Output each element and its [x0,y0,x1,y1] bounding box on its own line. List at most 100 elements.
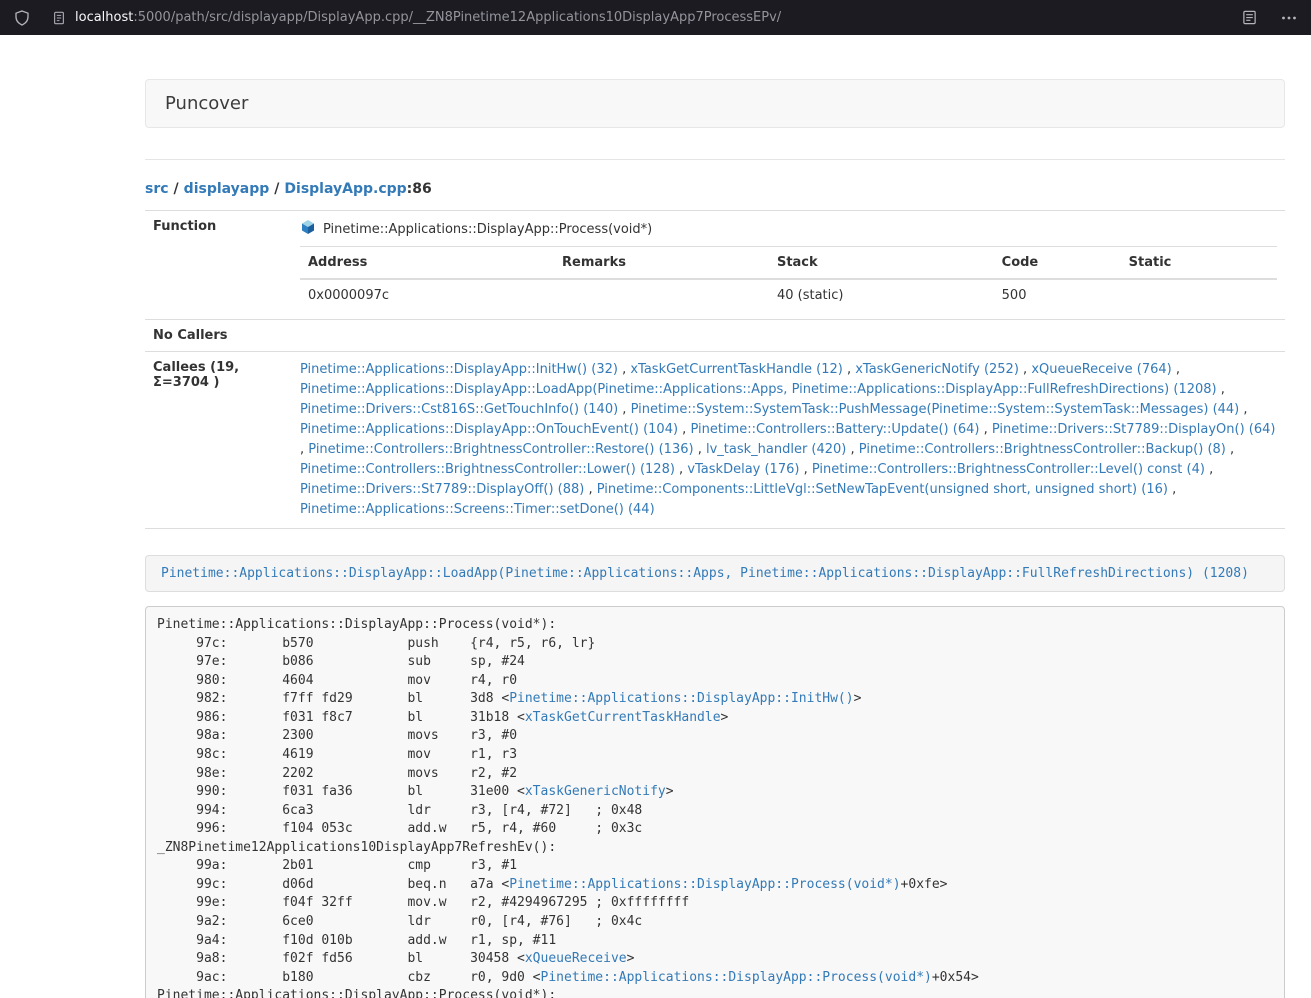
callee-link[interactable]: lv_task_handler (420) [706,442,846,457]
callees-cell: Pinetime::Applications::DisplayApp::Init… [292,352,1285,529]
asm-text: Pinetime::Applications::DisplayApp::Proc… [157,617,556,632]
asm-text: +0x54> [932,970,979,985]
callee-link[interactable]: Pinetime::Controllers::BrightnessControl… [812,462,1205,477]
callee-link[interactable]: Pinetime::Applications::DisplayApp::Load… [300,382,1217,397]
breadcrumb-link-displayapp[interactable]: displayapp [184,181,270,197]
callee-separator: , [846,442,858,457]
address-table-header-row: Address Remarks Stack Code Static [300,247,1277,280]
breadcrumb-link-file[interactable]: DisplayApp.cpp [284,181,406,197]
asm-text: 97e: b086 sub sp, #24 [157,654,525,669]
disassembly-code: Pinetime::Applications::DisplayApp::Proc… [145,606,1285,998]
callee-link[interactable]: Pinetime::Drivers::Cst816S::GetTouchInfo… [300,402,618,417]
asm-text: +0xfe> [901,877,948,892]
panel-symbol-link[interactable]: Pinetime::Applications::DisplayApp::Load… [161,566,1249,581]
asm-text: 9a4: f10d 010b add.w r1, sp, #11 [157,933,556,948]
callee-link[interactable]: vTaskDelay (176) [687,462,799,477]
cell-code: 500 [994,279,1121,311]
callee-separator: , [618,402,630,417]
callee-link[interactable]: xTaskGenericNotify (252) [855,362,1019,377]
asm-text: 98e: 2202 movs r2, #2 [157,766,517,781]
asm-text: > [627,951,635,966]
col-address: Address [300,247,554,280]
callee-link[interactable]: Pinetime::Controllers::BrightnessControl… [859,442,1226,457]
asm-text: 99c: d06d beq.n a7a < [157,877,509,892]
col-stack: Stack [769,247,994,280]
asm-text: 986: f031 f8c7 bl 31b18 < [157,710,525,725]
asm-text: _ZN8Pinetime12Applications10DisplayApp7R… [157,840,556,855]
symbol-table: Function Pinetime::Applications::Display… [145,210,1285,529]
asm-text: 994: 6ca3 ldr r3, [r4, #72] ; 0x48 [157,803,642,818]
page-info-icon[interactable] [52,11,66,25]
asm-text: 980: 4604 mov r4, r0 [157,673,517,688]
col-static: Static [1121,247,1277,280]
asm-text: 982: f7ff fd29 bl 3d8 < [157,691,509,706]
callee-separator: , [799,462,811,477]
callee-link[interactable]: Pinetime::Controllers::BrightnessControl… [308,442,693,457]
url-path: :5000/path/src/displayapp/DisplayApp.cpp… [133,10,781,25]
callee-link[interactable]: xTaskGetCurrentTaskHandle (12) [630,362,842,377]
callee-link[interactable]: Pinetime::Controllers::BrightnessControl… [300,462,675,477]
asm-text: > [721,710,729,725]
callee-separator: , [1019,362,1031,377]
breadcrumb-link-src[interactable]: src [145,181,169,197]
cell-static [1121,279,1277,311]
callee-link[interactable]: xQueueReceive (764) [1031,362,1171,377]
no-callers-row: No Callers [145,320,1285,352]
line-number: :86 [407,181,432,197]
callee-link[interactable]: Pinetime::Components::LittleVgl::SetNewT… [597,482,1168,497]
menu-icon[interactable] [1281,10,1297,26]
asm-text: 9a8: f02f fd56 bl 30458 < [157,951,525,966]
callee-separator: , [1226,442,1234,457]
cell-stack: 40 (static) [769,279,994,311]
app-title: Puncover [165,93,248,114]
asm-symbol-link[interactable]: Pinetime::Applications::DisplayApp::Proc… [509,877,900,892]
callee-separator: , [694,442,706,457]
callee-separator: , [678,422,690,437]
asm-text: 99e: f04f 32ff mov.w r2, #4294967295 ; 0… [157,895,689,910]
callee-separator: , [1168,482,1176,497]
function-icon [300,219,316,239]
address-table-row: 0x0000097c 40 (static) 500 [300,279,1277,311]
col-code: Code [994,247,1121,280]
callee-separator: , [843,362,855,377]
callee-link[interactable]: Pinetime::Controllers::Battery::Update()… [690,422,979,437]
callee-separator: , [618,362,630,377]
callees-label: Callees (19, Σ=3704 ) [145,352,292,529]
asm-text: 9a2: 6ce0 ldr r0, [r4, #76] ; 0x4c [157,914,642,929]
asm-text: 97c: b570 push {r4, r5, r6, lr} [157,636,595,651]
reader-view-icon[interactable] [1242,10,1257,25]
browser-chrome: localhost:5000/path/src/displayapp/Displ… [0,0,1311,35]
url-host: localhost [75,10,133,25]
shield-icon[interactable] [14,10,30,26]
divider [145,159,1285,160]
asm-symbol-link[interactable]: xTaskGenericNotify [525,784,666,799]
callee-separator: , [979,422,991,437]
function-signature-line: Pinetime::Applications::DisplayApp::Proc… [300,219,1277,239]
function-name: Pinetime::Applications::DisplayApp::Proc… [323,222,652,237]
callee-link[interactable]: Pinetime::Applications::DisplayApp::OnTo… [300,422,678,437]
asm-symbol-link[interactable]: xQueueReceive [525,951,627,966]
callee-link[interactable]: Pinetime::Applications::Screens::Timer::… [300,502,655,517]
callee-link[interactable]: Pinetime::Applications::DisplayApp::Init… [300,362,618,377]
breadcrumb-separator: / [274,181,279,197]
asm-text: > [666,784,674,799]
asm-text: 98c: 4619 mov r1, r3 [157,747,517,762]
asm-text: Pinetime::Applications::DisplayApp::Proc… [157,988,556,998]
asm-text: 990: f031 fa36 bl 31e00 < [157,784,525,799]
callee-link[interactable]: Pinetime::Drivers::St7789::DisplayOff() … [300,482,584,497]
breadcrumb-separator: / [174,181,179,197]
asm-symbol-link[interactable]: xTaskGetCurrentTaskHandle [525,710,721,725]
asm-symbol-link[interactable]: Pinetime::Applications::DisplayApp::Init… [509,691,853,706]
callees-row: Callees (19, Σ=3704 ) Pinetime::Applicat… [145,352,1285,529]
symbol-panel-heading: Pinetime::Applications::DisplayApp::Load… [145,555,1285,592]
callee-separator: , [1217,382,1225,397]
url-bar[interactable]: localhost:5000/path/src/displayapp/Displ… [52,10,1242,25]
asm-text: 9ac: b180 cbz r0, 9d0 < [157,970,541,985]
callee-separator: , [1239,402,1247,417]
callee-link[interactable]: Pinetime::System::SystemTask::PushMessag… [631,402,1240,417]
callee-link[interactable]: Pinetime::Drivers::St7789::DisplayOn() (… [992,422,1276,437]
cell-remarks [554,279,769,311]
asm-text: > [854,691,862,706]
function-label: Function [145,211,292,320]
asm-symbol-link[interactable]: Pinetime::Applications::DisplayApp::Proc… [541,970,932,985]
